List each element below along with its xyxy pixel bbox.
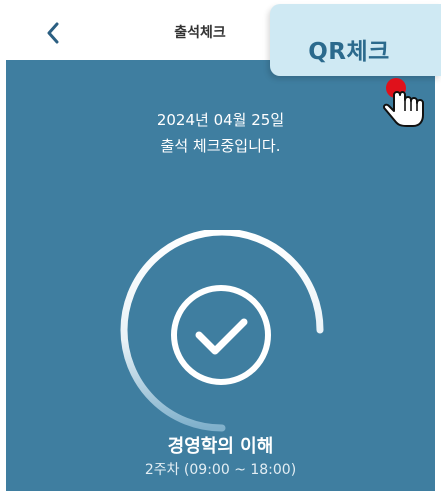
attendance-status: 출석 체크중입니다. <box>160 137 281 155</box>
back-button[interactable] <box>38 18 68 48</box>
qr-check-button[interactable]: QR체크 <box>270 4 441 76</box>
qr-check-label: QR체크 <box>308 39 390 65</box>
attendance-panel: 2024년 04월 25일 출석 체크중입니다. 경영학의 이해 2주차 (09… <box>6 60 435 491</box>
check-icon <box>171 285 271 385</box>
attendance-progress-ring <box>116 228 328 442</box>
page-title: 출석체크 <box>174 25 226 41</box>
course-schedule: 2주차 (09:00 ~ 18:00) <box>144 462 297 478</box>
hand-pointer-icon <box>382 78 424 127</box>
course-name: 경영학의 이해 <box>167 436 274 457</box>
attendance-date: 2024년 04월 25일 <box>156 111 285 129</box>
chevron-left-icon <box>47 22 59 44</box>
